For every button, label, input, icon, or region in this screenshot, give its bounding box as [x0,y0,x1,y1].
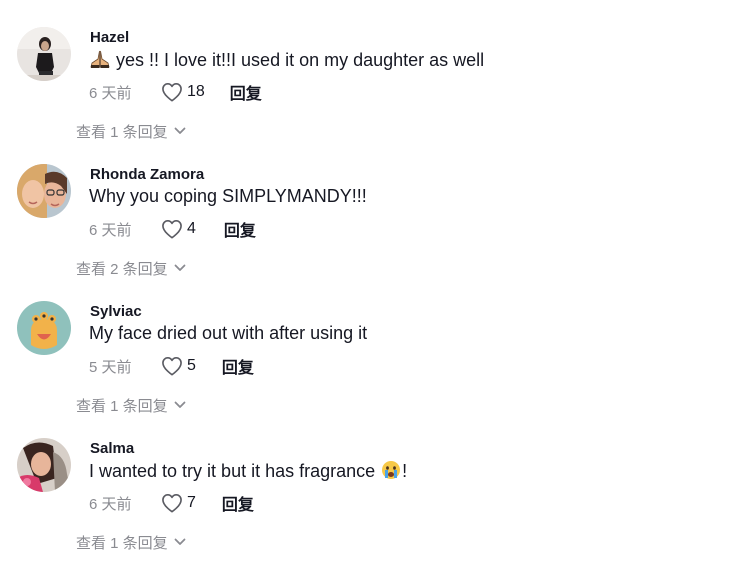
comment-text-end: ! [402,461,408,481]
comment-item: Salma I wanted to try it but it has frag… [0,438,729,575]
comment-item: Rhonda Zamora Why you coping SIMPLYMANDY… [0,164,729,301]
avatar[interactable] [17,27,71,81]
like-count: 18 [187,83,205,100]
comment-meta: 6 天前 4 回复 [89,218,256,240]
view-replies-label: 查看 1 条回复 [76,534,168,552]
like-button[interactable]: 5 [161,356,196,376]
chevron-down-icon [174,264,186,271]
comment-item: Hazel yes !! I love it!!I used it on my … [0,27,729,164]
crying-face-emoji [380,460,402,485]
comment-date: 5 天前 [89,358,132,376]
reply-button[interactable]: 回复 [224,217,256,241]
comment-text-body: yes !! I love it!!I used it on my daught… [111,50,485,70]
comment-date: 6 天前 [89,495,132,513]
view-replies-label: 查看 2 条回复 [76,260,168,278]
chevron-down-icon [174,127,186,134]
username[interactable]: Sylviac [90,303,142,320]
comment-meta: 5 天前 5 回复 [89,355,254,377]
reply-button[interactable]: 回复 [230,80,262,104]
chevron-down-icon [174,401,186,408]
view-replies-button[interactable]: 查看 2 条回复 [76,258,186,278]
comment-date: 6 天前 [89,84,132,102]
comment-item: Sylviac My face dried out with after usi… [0,301,729,438]
like-button[interactable]: 4 [161,219,196,239]
reply-button[interactable]: 回复 [222,354,254,378]
comment-text: My face dried out with after using it [89,323,368,343]
comment-text: Why you coping SIMPLYMANDY!!! [89,186,367,206]
heart-outline-icon [162,357,182,376]
comment-meta: 6 天前 18 回复 [89,81,262,103]
like-count: 5 [187,357,196,374]
comment-text: yes !! I love it!!I used it on my daught… [89,49,484,74]
reply-button[interactable]: 回复 [222,491,254,515]
comment-meta: 6 天前 7 回复 [89,492,254,514]
comment-date: 6 天前 [89,221,132,239]
username[interactable]: Salma [90,440,134,457]
like-button[interactable]: 18 [161,82,205,102]
like-count: 4 [187,220,196,237]
heart-outline-icon [162,494,182,513]
heart-outline-icon [162,83,182,102]
avatar[interactable] [17,438,71,492]
username[interactable]: Hazel [90,29,129,46]
view-replies-button[interactable]: 查看 1 条回复 [76,395,186,415]
comment-text-body: I wanted to try it but it has fragrance [89,461,381,481]
username[interactable]: Rhonda Zamora [90,166,204,183]
heart-outline-icon [162,220,182,239]
view-replies-label: 查看 1 条回复 [76,123,168,141]
view-replies-label: 查看 1 条回复 [76,397,168,415]
like-button[interactable]: 7 [161,493,196,513]
chevron-down-icon [174,538,186,545]
comment-text: I wanted to try it but it has fragrance … [89,460,407,485]
view-replies-button[interactable]: 查看 1 条回复 [76,532,186,552]
view-replies-button[interactable]: 查看 1 条回复 [76,121,186,141]
praying-hands-emoji [89,49,111,74]
avatar[interactable] [17,164,71,218]
avatar[interactable] [17,301,71,355]
like-count: 7 [187,494,196,511]
